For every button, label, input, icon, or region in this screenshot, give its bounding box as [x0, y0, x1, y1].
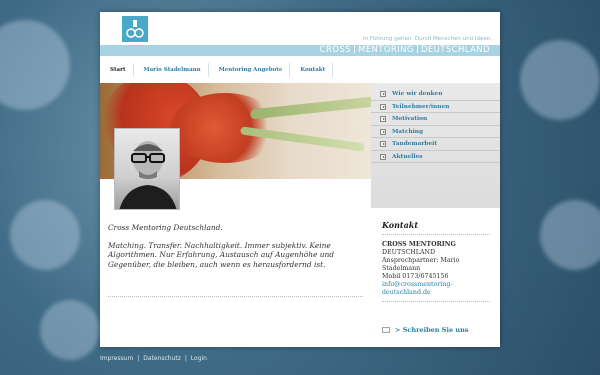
contact-person: Ansprechpartner: Mario Stadelmann [382, 257, 460, 272]
background-bokeh [540, 200, 600, 270]
brand-part-cross: CROSS [319, 45, 351, 55]
background-bokeh [40, 300, 100, 360]
divider [108, 296, 363, 297]
sidebar-item-tandemarbeit[interactable]: Tandemarbeit [371, 138, 500, 151]
tagline: In Führung gehen. Durch Menschen und Ide… [363, 36, 492, 42]
footer-datenschutz-link[interactable]: Datenschutz [143, 355, 181, 362]
write-us-label: > Schreiben Sie uns [395, 326, 469, 334]
contact-box: Kontakt CROSS MENTORING DEUTSCHLAND Ansp… [382, 221, 490, 302]
contact-org-country: DEUTSCHLAND [382, 249, 436, 256]
brand-part-deutschland: DEUTSCHLAND [420, 45, 490, 55]
portrait-photo [114, 128, 180, 210]
nav-item-kontakt[interactable]: Kontakt [290, 63, 334, 77]
arrow-right-icon [380, 153, 386, 160]
brand-part-mentoring: MENTORING [357, 45, 414, 55]
arrow-right-icon [380, 116, 386, 122]
cross-mentoring-logo-icon[interactable] [122, 16, 148, 42]
nav-item-mentoring-angebote[interactable]: Mentoring Angebote [209, 63, 291, 77]
divider [382, 234, 490, 235]
footer-separator: | [137, 355, 140, 362]
nav-item-start[interactable]: Start [100, 63, 134, 77]
flower-stem [249, 96, 371, 120]
contact-heading: Kontakt [382, 220, 419, 230]
intro-body: Matching. Transfer. Nachhaltigkeit. Imme… [108, 240, 334, 269]
contact-phone: Mobil 0173/6745156 [382, 273, 449, 280]
divider [382, 301, 490, 302]
background-bokeh [520, 40, 600, 120]
page-container: In Führung gehen. Durch Menschen und Ide… [100, 12, 500, 347]
footer-impressum-link[interactable]: Impressum [100, 355, 133, 362]
arrow-right-icon [380, 141, 386, 147]
arrow-right-icon [380, 128, 386, 135]
sidebar-item-teilnehmer[interactable]: Teilnehmer/innen [371, 101, 500, 113]
intro-text: Cross Mentoring Deutschland. Matching. T… [108, 223, 363, 269]
footer-login-link[interactable]: Login [191, 355, 207, 362]
write-us-link[interactable]: > Schreiben Sie uns [382, 326, 468, 334]
footer: Impressum | Datenschutz | Login [100, 355, 207, 362]
nav-item-mario-stadelmann[interactable]: Mario Stadelmann [134, 63, 209, 77]
contact-org: CROSS MENTORING [382, 241, 456, 248]
arrow-right-icon [380, 91, 386, 97]
envelope-icon [382, 327, 390, 333]
intro-title: Cross Mentoring Deutschland. [108, 223, 223, 232]
sidebar-nav: Wie wir denken Teilnehmer/innen Motivati… [371, 83, 500, 208]
arrow-right-icon [380, 103, 386, 110]
footer-separator: | [184, 355, 187, 362]
contact-email-link[interactable]: info@crossmentoring-deutschland.de [382, 281, 453, 296]
sidebar-item-matching[interactable]: Matching [371, 126, 500, 138]
flower-petal [170, 93, 280, 163]
sidebar-item-wie-wir-denken[interactable]: Wie wir denken [371, 88, 500, 101]
sidebar-item-aktuelles[interactable]: Aktuelles [371, 151, 500, 163]
background-bokeh [0, 20, 70, 110]
main-nav: Start Mario Stadelmann Mentoring Angebot… [100, 62, 334, 78]
brand-bar: CROSS MENTORING DEUTSCHLAND [100, 45, 500, 56]
background-bokeh [10, 200, 80, 270]
sidebar-item-motivation[interactable]: Motivation [371, 113, 500, 126]
